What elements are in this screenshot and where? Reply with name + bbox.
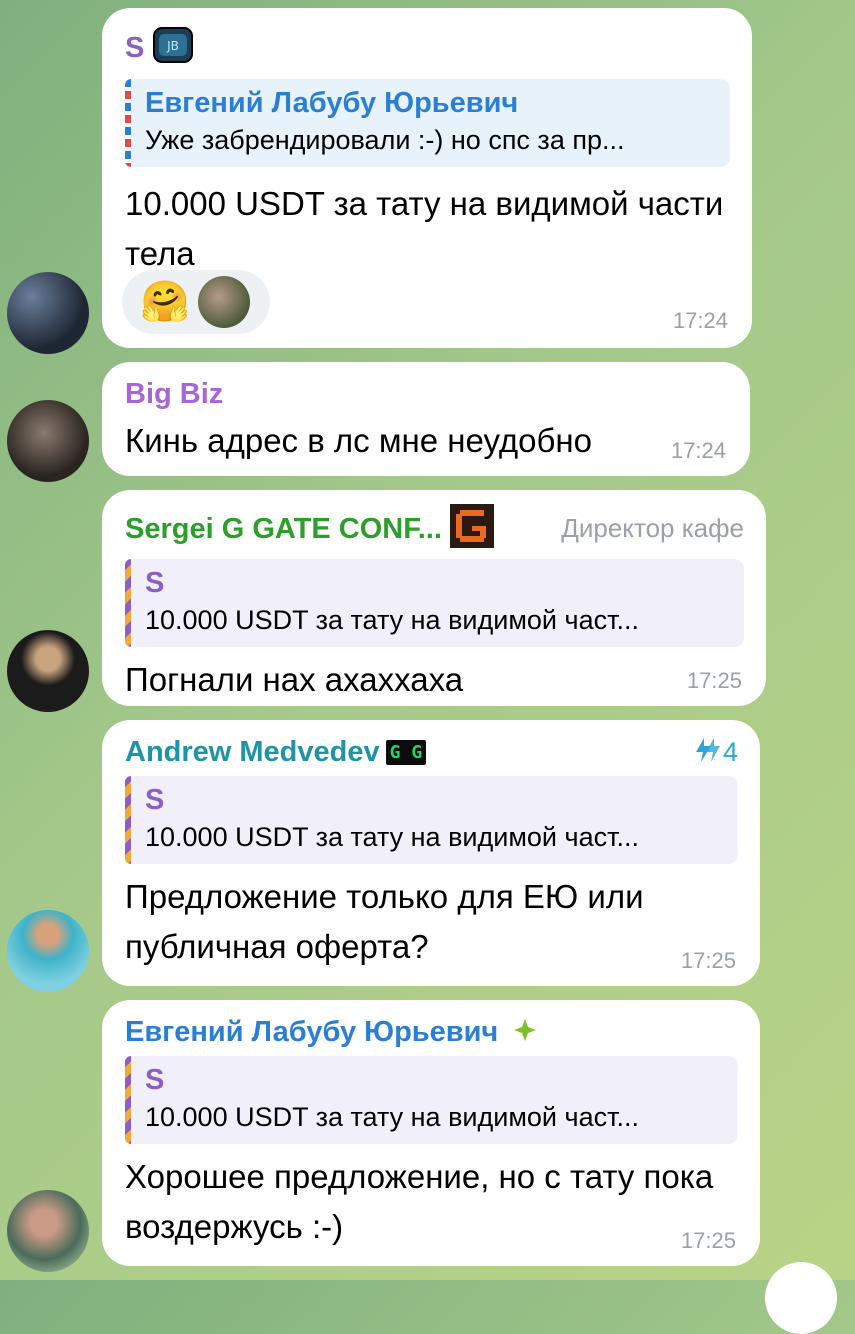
sparkle-badge-icon <box>512 1017 538 1048</box>
sender-name[interactable]: Big Biz <box>125 376 728 412</box>
user-avatar[interactable] <box>7 910 89 992</box>
boost-count: 4 <box>722 736 738 767</box>
message-time: 17:24 <box>672 308 728 333</box>
message-bubble[interactable]: Andrew Medvedev G G 4 S 10.000 USDT за т… <box>102 720 760 986</box>
reply-quote[interactable]: Евгений Лабубу Юрьевич Уже забрендировал… <box>125 79 730 167</box>
reply-quote[interactable]: S 10.000 USDT за тату на видимой част... <box>125 559 744 647</box>
message-text: Предложение только для ЕЮ или публичная … <box>125 878 644 965</box>
user-avatar[interactable] <box>7 400 89 482</box>
reply-author: S <box>145 784 165 816</box>
member-role: Директор кафе <box>561 513 744 543</box>
boost-bolt-icon <box>693 737 721 768</box>
reply-quote[interactable]: S 10.000 USDT за тату на видимой част... <box>125 1056 738 1144</box>
message-bubble[interactable]: Big Biz Кинь адрес в лс мне неудобно 17:… <box>102 362 750 476</box>
reply-text: 10.000 USDT за тату на видимой част... <box>145 822 639 852</box>
reply-text: 10.000 USDT за тату на видимой част... <box>145 605 639 635</box>
reply-author: Евгений Лабубу Юрьевич <box>145 87 519 119</box>
gg-badge-icon: G G <box>385 739 427 765</box>
reply-text: Уже забрендировали :-) но спс за пр... <box>145 125 625 155</box>
scroll-down-button[interactable] <box>765 1262 837 1334</box>
svg-text:JB: JB <box>166 39 179 53</box>
reply-text: 10.000 USDT за тату на видимой част... <box>145 1102 639 1132</box>
gate-badge-icon <box>449 504 494 553</box>
reactor-avatar <box>197 276 250 328</box>
user-avatar[interactable] <box>7 1190 89 1272</box>
message-time: 17:24 <box>670 438 726 463</box>
sender-name[interactable]: Andrew Medvedev <box>125 734 380 770</box>
reply-quote[interactable]: S 10.000 USDT за тату на видимой част... <box>125 776 738 864</box>
reaction-chip[interactable]: 🤗 <box>122 270 270 334</box>
message-time: 17:25 <box>680 1228 736 1253</box>
message-text: Погнали нах ахаххаха <box>125 661 464 698</box>
message-bubble[interactable]: S JB Евгений Лабубу Юрьевич Уже забренди… <box>102 8 752 348</box>
sender-name[interactable]: Евгений Лабубу Юрьевич <box>125 1014 498 1050</box>
message-bubble[interactable]: Sergei G GATE CONF... Директор кафе S 10… <box>102 490 766 706</box>
message-time: 17:25 <box>686 668 742 693</box>
reply-author: S <box>145 1064 165 1096</box>
user-avatar[interactable] <box>7 272 89 354</box>
sender-name[interactable]: Sergei G GATE CONF... <box>125 511 442 547</box>
message-bubble[interactable]: Евгений Лабубу Юрьевич S 10.000 USDT за … <box>102 1000 760 1266</box>
boost-indicator[interactable]: 4 <box>693 737 738 768</box>
sender-name[interactable]: S <box>125 30 144 66</box>
reply-author: S <box>145 567 165 599</box>
message-text: Хорошее предложение, но с тату пока возд… <box>125 1158 714 1245</box>
brand-badge-icon: JB <box>152 26 194 69</box>
hug-emoji-icon: 🤗 <box>140 280 190 324</box>
user-avatar[interactable] <box>7 630 89 712</box>
message-text: Кинь адрес в лс мне неудобно <box>125 422 592 459</box>
message-time: 17:25 <box>680 948 736 973</box>
message-text: 10.000 USDT за тату на видимой части тел… <box>125 185 724 272</box>
